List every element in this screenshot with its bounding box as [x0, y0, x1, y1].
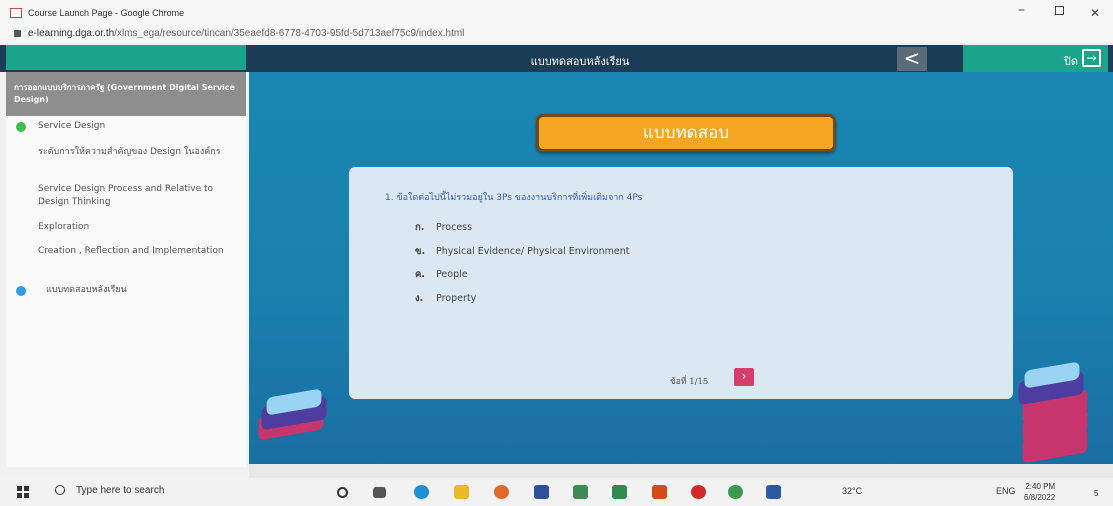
maximize-button[interactable] [1055, 6, 1064, 15]
windows-taskbar: Type here to search 32°C ENG 2:40 PM 6/8… [0, 478, 1113, 506]
clock-time: 2:40 PM [1025, 482, 1056, 491]
question-card: 1. ข้อใดต่อไปนี้ไม่รวมอยู่ใน 3Ps ของงานบ… [349, 167, 1013, 399]
taskbar-search-input[interactable]: Type here to search [76, 485, 164, 496]
sidebar-item-design-process[interactable]: Service Design Process and Relative to D… [38, 183, 233, 209]
task-view-icon[interactable] [373, 487, 386, 498]
exit-button[interactable]: ปิด → [963, 45, 1108, 72]
option-text: Property [436, 293, 477, 304]
browser-window: Course Launch Page - Google Chrome – ✕ e… [0, 0, 1113, 506]
option-key: ข. [415, 246, 426, 257]
page-title: แบบทดสอบหลังเรียน [530, 55, 630, 68]
sidebar-status-dot-blue [16, 286, 26, 296]
system-clock[interactable]: 2:40 PM 6/8/2022 [1024, 481, 1055, 503]
cortana-icon[interactable] [337, 487, 348, 498]
close-window-button[interactable]: ✕ [1090, 6, 1100, 20]
edge-browser-icon[interactable] [414, 485, 429, 499]
option-key: ง. [415, 293, 424, 304]
office-icon[interactable] [652, 485, 667, 499]
firefox-icon[interactable] [494, 485, 509, 499]
sidebar-item-design-importance[interactable]: ระดับการให้ความสำคัญของ Design ในองค์กร [38, 146, 233, 159]
option-key: ค. [415, 269, 425, 280]
excel-icon[interactable] [612, 485, 627, 499]
clock-date: 6/8/2022 [1024, 493, 1056, 502]
sidebar: การออกแบบบริการภาครัฐ (Government Digita… [6, 72, 246, 467]
app-icon-1[interactable] [573, 485, 588, 499]
language-indicator[interactable]: ENG [996, 486, 1016, 496]
url-host: e-learning.dga.or.th [28, 28, 115, 39]
address-bar[interactable]: e-learning.dga.or.th/xlms_ega/resource/t… [0, 26, 1113, 42]
search-icon[interactable] [55, 485, 65, 495]
quiz-banner: แบบทดสอบ [536, 114, 836, 152]
header-left-block [6, 45, 246, 70]
exit-label: ปิด [1063, 55, 1078, 68]
sidebar-item-service-design[interactable]: Service Design [38, 120, 233, 133]
lock-icon [14, 30, 21, 37]
option-key: ก. [415, 222, 425, 233]
chrome-app-icon [10, 8, 22, 18]
horizontal-scrollbar[interactable] [249, 464, 1113, 478]
weather-temp[interactable]: 32°C [842, 486, 862, 496]
option-text: People [436, 269, 468, 280]
answer-option-c[interactable]: ค. People [415, 267, 468, 282]
url-path: /xlms_ega/resource/tincan/35eaefd8-6778-… [114, 28, 465, 39]
sidebar-item-creation[interactable]: Creation , Reflection and Implementation [38, 245, 233, 258]
url-text[interactable]: e-learning.dga.or.th/xlms_ega/resource/t… [28, 28, 464, 39]
word-icon[interactable] [766, 485, 781, 499]
sidebar-item-post-test[interactable]: แบบทดสอบหลังเรียน [46, 284, 241, 297]
chrome-icon[interactable] [728, 485, 743, 499]
back-button[interactable]: < [897, 47, 927, 71]
question-counter: ข้อที่ 1/15 [670, 377, 709, 387]
answer-option-b[interactable]: ข. Physical Evidence/ Physical Environme… [415, 244, 629, 259]
sidebar-course-title: การออกแบบบริการภาครัฐ (Government Digita… [6, 72, 246, 116]
exit-icon: → [1082, 49, 1101, 67]
question-text: 1. ข้อใดต่อไปนี้ไม่รวมอยู่ใน 3Ps ของงานบ… [385, 193, 643, 203]
answer-option-d[interactable]: ง. Property [415, 291, 476, 306]
sidebar-status-dot-green [16, 122, 26, 132]
dropbox-icon[interactable] [534, 485, 549, 499]
option-text: Process [436, 222, 473, 233]
opera-icon[interactable] [691, 485, 706, 499]
sidebar-item-exploration[interactable]: Exploration [38, 221, 233, 234]
window-titlebar: Course Launch Page - Google Chrome – ✕ [0, 0, 1113, 26]
quiz-stage: แบบทดสอบ 1. ข้อใดต่อไปนี้ไม่รวมอยู่ใน 3P… [249, 72, 1113, 464]
answer-option-a[interactable]: ก. Process [415, 220, 472, 235]
window-title: Course Launch Page - Google Chrome [28, 8, 185, 18]
next-question-button[interactable]: › [734, 368, 754, 386]
windows-start-icon[interactable] [17, 486, 29, 498]
file-explorer-icon[interactable] [454, 485, 469, 499]
notification-count[interactable]: 5 [1094, 489, 1098, 498]
option-text: Physical Evidence/ Physical Environment [436, 246, 630, 257]
minimize-button[interactable]: – [1018, 2, 1025, 18]
